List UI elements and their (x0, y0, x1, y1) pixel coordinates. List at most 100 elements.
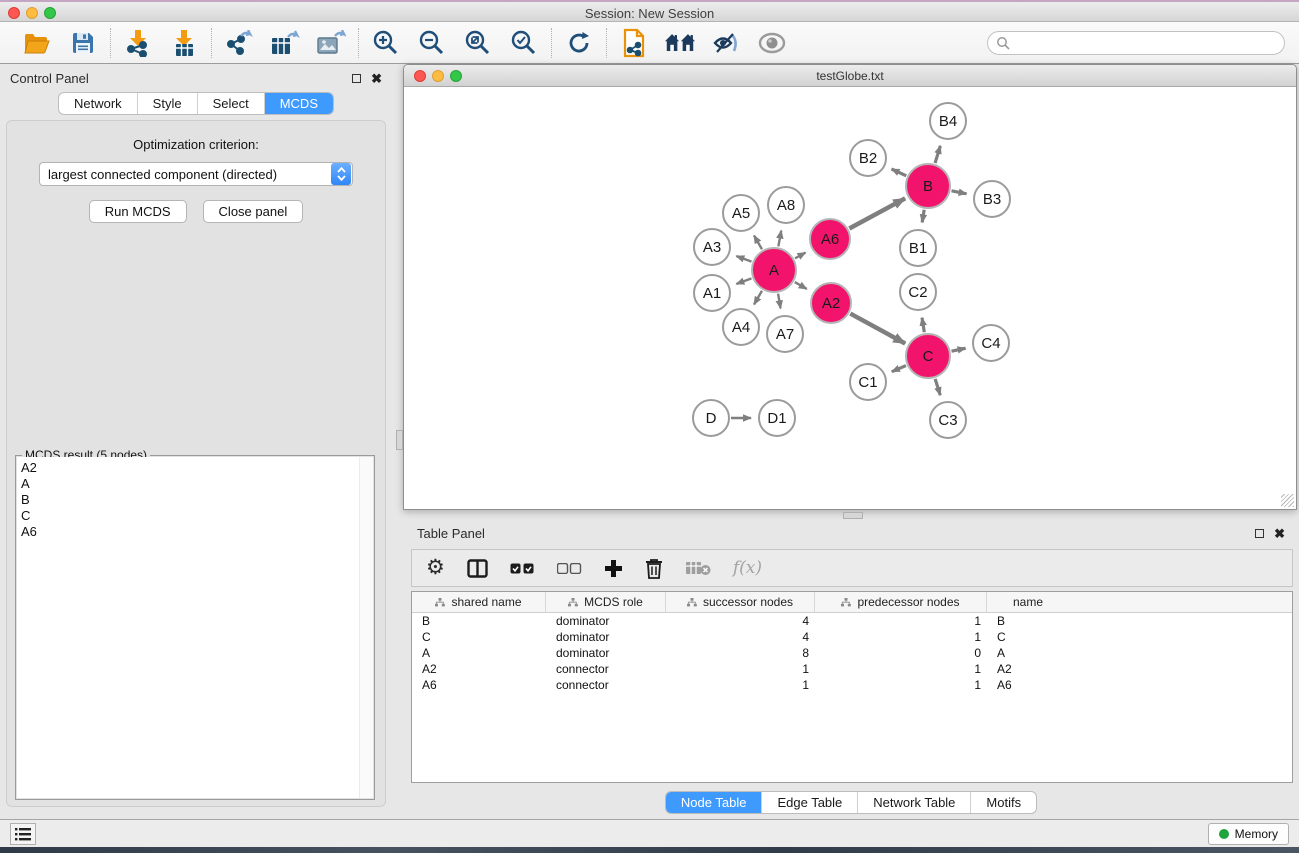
edge-A-A6[interactable] (795, 253, 806, 259)
cell-successor-nodes[interactable]: 1 (666, 677, 815, 693)
add-column-icon[interactable] (604, 559, 623, 578)
tab-edge-table[interactable]: Edge Table (762, 792, 858, 813)
cell-predecessor-nodes[interactable]: 0 (815, 645, 987, 661)
cell-predecessor-nodes[interactable]: 1 (815, 629, 987, 645)
node-A2[interactable]: A2 (811, 283, 851, 323)
network-canvas[interactable]: AA6A2BCA5A8A3A1A4A7B2B4B3B1C2C4C1C3DD1 (404, 87, 1296, 509)
cell-successor-nodes[interactable]: 4 (666, 629, 815, 645)
refresh-icon[interactable] (564, 28, 594, 58)
cell-shared-name[interactable]: A6 (412, 677, 546, 693)
node-B2[interactable]: B2 (850, 140, 886, 176)
edge-B-B3[interactable] (952, 191, 967, 194)
table-body[interactable]: Bdominator41BCdominator41CAdominator80AA… (412, 613, 1292, 693)
birds-eye-view-icon[interactable] (757, 28, 787, 58)
node-A4[interactable]: A4 (723, 309, 759, 345)
task-history-button[interactable] (10, 823, 36, 845)
criterion-select[interactable]: largest connected component (directed) (39, 162, 353, 186)
edge-C-C1[interactable] (892, 366, 906, 372)
cell-predecessor-nodes[interactable]: 1 (815, 677, 987, 693)
import-table-icon[interactable] (169, 28, 199, 58)
zoom-selected-icon[interactable] (509, 28, 539, 58)
edge-A-A4[interactable] (754, 291, 762, 305)
node-A3[interactable]: A3 (694, 229, 730, 265)
cell-shared-name[interactable]: A2 (412, 661, 546, 677)
edge-A-A5[interactable] (754, 236, 762, 250)
select-all-columns-icon[interactable] (510, 563, 535, 574)
tab-network-table[interactable]: Network Table (858, 792, 971, 813)
node-A6[interactable]: A6 (810, 219, 850, 259)
edge-A-A3[interactable] (736, 256, 751, 262)
function-builder-icon[interactable]: f(x) (733, 558, 762, 578)
show-column-icon[interactable] (467, 559, 488, 578)
node-B4[interactable]: B4 (930, 103, 966, 139)
result-item[interactable]: B (21, 492, 373, 508)
network-window-titlebar[interactable]: testGlobe.txt (404, 65, 1296, 87)
edge-A6-B[interactable] (849, 198, 905, 228)
unselect-all-columns-icon[interactable] (557, 563, 582, 574)
splitter-handle-horizontal[interactable] (843, 512, 863, 519)
hide-graphics-details-icon[interactable] (711, 28, 741, 58)
cell-name[interactable]: A2 (987, 661, 1069, 677)
edge-A-A7[interactable] (778, 294, 781, 309)
edge-A-A1[interactable] (736, 278, 751, 284)
save-session-icon[interactable] (68, 28, 98, 58)
home-icon[interactable] (665, 28, 695, 58)
float-table-panel-icon[interactable] (1255, 529, 1264, 538)
table-options-gear-icon[interactable]: ⚙ (426, 558, 445, 578)
cell-MCDS-role[interactable]: dominator (546, 645, 666, 661)
export-image-icon[interactable] (316, 28, 346, 58)
cell-successor-nodes[interactable]: 1 (666, 661, 815, 677)
edge-C-C2[interactable] (922, 318, 924, 333)
edge-C-C3[interactable] (935, 379, 940, 395)
export-table-icon[interactable] (270, 28, 300, 58)
cell-predecessor-nodes[interactable]: 1 (815, 661, 987, 677)
edge-B-B4[interactable] (935, 146, 940, 163)
node-A8[interactable]: A8 (768, 187, 804, 223)
cell-name[interactable]: C (987, 629, 1069, 645)
table-header-row[interactable]: shared nameMCDS rolesuccessor nodesprede… (412, 592, 1292, 613)
table-row[interactable]: Adominator80A (412, 645, 1292, 661)
cell-name[interactable]: B (987, 613, 1069, 629)
mcds-result-list[interactable]: A2ABCA6 (17, 457, 373, 798)
delete-table-icon[interactable] (685, 560, 711, 576)
cell-MCDS-role[interactable]: connector (546, 677, 666, 693)
table-row[interactable]: Cdominator41C (412, 629, 1292, 645)
cell-successor-nodes[interactable]: 4 (666, 613, 815, 629)
export-network-icon[interactable] (224, 28, 254, 58)
close-panel-icon[interactable]: ✖ (371, 74, 382, 83)
column-header-shared-name[interactable]: shared name (412, 592, 546, 612)
node-C3[interactable]: C3 (930, 402, 966, 438)
tab-style[interactable]: Style (138, 93, 198, 114)
node-A[interactable]: A (752, 248, 796, 292)
result-item[interactable]: C (21, 508, 373, 524)
node-D[interactable]: D (693, 400, 729, 436)
network-graph[interactable]: AA6A2BCA5A8A3A1A4A7B2B4B3B1C2C4C1C3DD1 (404, 87, 1296, 509)
node-C1[interactable]: C1 (850, 364, 886, 400)
open-file-icon[interactable] (22, 28, 52, 58)
result-item[interactable]: A2 (21, 460, 373, 476)
cell-shared-name[interactable]: B (412, 613, 546, 629)
cell-MCDS-role[interactable]: dominator (546, 613, 666, 629)
zoom-fit-icon[interactable] (463, 28, 493, 58)
edge-B-B2[interactable] (892, 169, 907, 176)
node-C4[interactable]: C4 (973, 325, 1009, 361)
network-from-file-icon[interactable] (619, 28, 649, 58)
memory-button[interactable]: Memory (1208, 823, 1289, 845)
zoom-out-icon[interactable] (417, 28, 447, 58)
node-B1[interactable]: B1 (900, 230, 936, 266)
column-header-name[interactable]: name (987, 592, 1069, 612)
column-header-MCDS-role[interactable]: MCDS role (546, 592, 666, 612)
tab-network[interactable]: Network (59, 93, 138, 114)
cell-shared-name[interactable]: C (412, 629, 546, 645)
close-table-panel-icon[interactable]: ✖ (1274, 529, 1285, 538)
cell-predecessor-nodes[interactable]: 1 (815, 613, 987, 629)
edge-A-A2[interactable] (795, 282, 807, 289)
table-row[interactable]: Bdominator41B (412, 613, 1292, 629)
column-header-successor-nodes[interactable]: successor nodes (666, 592, 815, 612)
run-mcds-button[interactable]: Run MCDS (89, 200, 187, 223)
tab-node-table[interactable]: Node Table (666, 792, 763, 813)
zoom-in-icon[interactable] (371, 28, 401, 58)
node-D1[interactable]: D1 (759, 400, 795, 436)
cell-name[interactable]: A (987, 645, 1069, 661)
float-panel-icon[interactable] (352, 74, 361, 83)
